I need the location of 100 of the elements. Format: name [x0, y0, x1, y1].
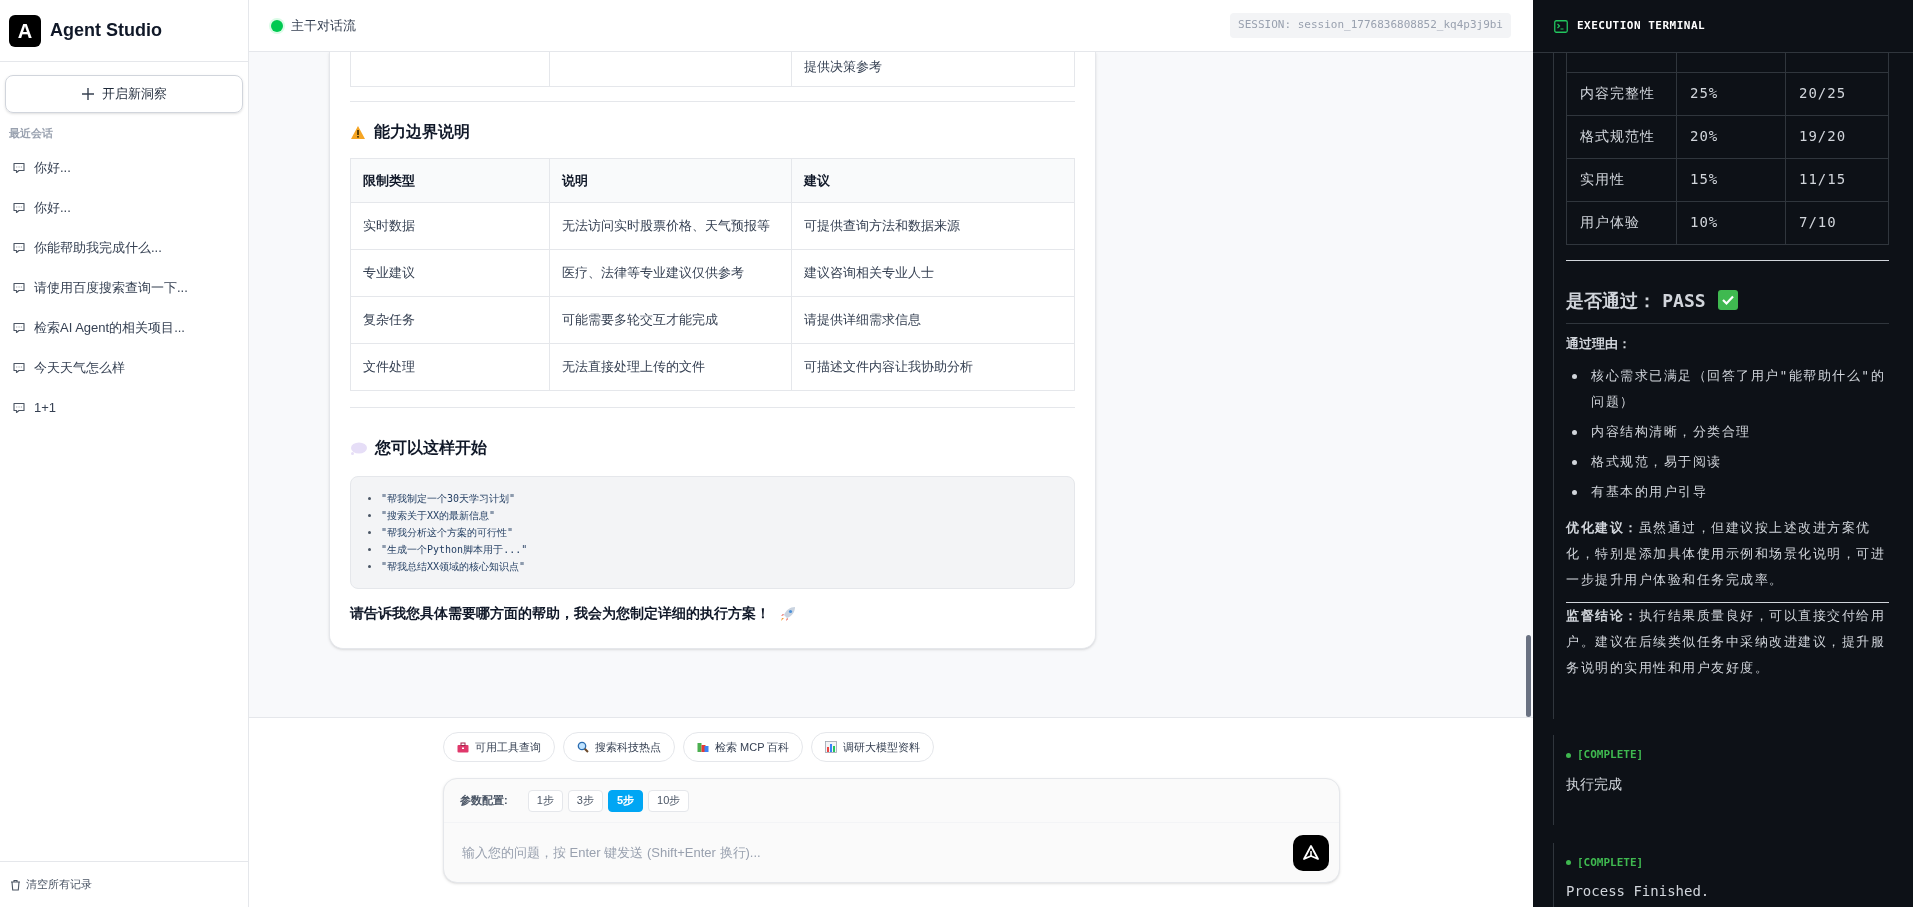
rocket-icon [780, 605, 796, 622]
table-cell: 20/25 [1785, 72, 1889, 115]
chat-icon [13, 281, 25, 294]
table-cell: 实用性 [1566, 158, 1677, 201]
reason-item: 有基本的用户引导 [1591, 483, 1707, 501]
table-cell: 可能需要多轮交互才能完成 [549, 296, 792, 344]
table-cell: 建议咨询相关专业人士 [791, 249, 1075, 297]
books-icon [697, 741, 709, 753]
reasons-heading: 通过理由： [1566, 334, 1632, 353]
table-cell: 可提供查询方法和数据来源 [791, 202, 1075, 250]
warning-icon [350, 124, 366, 140]
message-input[interactable]: 输入您的问题，按 Enter 键发送 (Shift+Enter 换行)... [462, 842, 1285, 863]
toolbox-icon [457, 741, 469, 753]
suggestion-chip[interactable]: 调研大模型资料 [811, 732, 935, 762]
bullet-icon [368, 514, 371, 517]
conversation-title: 主干对话流 [291, 16, 356, 35]
step-option[interactable]: 10步 [648, 789, 690, 812]
chat-icon [13, 361, 25, 374]
conversation-item[interactable]: 检索AI Agent的相关项目... [0, 307, 248, 348]
log-message: Process Finished. [1566, 882, 1711, 901]
table-cell: 25% [1676, 72, 1786, 115]
conclusion-text: 监督结论：执行结果质量良好，可以直接交付给用户。建议在后续类似任务中采纳改进建议，提升服务说明的实用性和用户友好度。 [1566, 607, 1886, 677]
chat-icon [13, 401, 25, 414]
chat-icon [13, 161, 25, 174]
log-message: 执行完成 [1566, 774, 1623, 794]
suggestion-chip[interactable]: 检索 MCP 百科 [683, 732, 804, 762]
table-cell: 实时数据 [350, 202, 550, 250]
table-cell: 文件处理 [350, 343, 550, 391]
table-cell: 无法访问实时股票价格、天气预报等 [549, 202, 792, 250]
chat-icon [13, 321, 25, 334]
table-cell: 19/20 [1785, 115, 1889, 158]
table-cell: 请提供详细需求信息 [791, 296, 1075, 344]
log-tag: [COMPLETE] [1577, 854, 1644, 871]
suggestion-text: 优化建议：虽然通过，但建议按上述改进方案优化，特别是添加具体使用示例和场景化说明，可进一步提升用户体验和任务完成率。 [1566, 519, 1886, 589]
table-cell: 医疗、法律等专业建议仅供参考 [549, 249, 792, 297]
table-cell: 11/15 [1785, 158, 1889, 201]
magnifier-icon [577, 741, 589, 753]
suggestion-chip[interactable]: 搜索科技热点 [563, 732, 675, 762]
bullet-icon [1572, 460, 1577, 465]
bullet-icon [1572, 374, 1577, 379]
thought-bubble-icon [350, 441, 367, 455]
bullet-icon [368, 565, 371, 568]
example-prompt: "帮我分析这个方案的可行性" [381, 526, 514, 540]
conversation-item[interactable]: 请使用百度搜索查询一下... [0, 267, 248, 308]
example-prompt: "搜索关于XX的最新信息" [381, 509, 496, 523]
app-name: Agent Studio [50, 19, 162, 42]
column-header: 说明 [549, 158, 792, 203]
reason-item: 格式规范，易于阅读 [1591, 453, 1722, 471]
bullet-icon [1572, 490, 1577, 495]
table-cell: 专业建议 [350, 249, 550, 297]
section-label: 最近会话 [9, 126, 54, 141]
example-prompt: "帮我制定一个30天学习计划" [381, 492, 516, 506]
conversation-item[interactable]: 今天天气怎么样 [0, 347, 248, 388]
terminal-icon [1554, 19, 1568, 33]
conversation-item[interactable]: 你好... [0, 187, 248, 228]
bullet-icon [368, 548, 371, 551]
bullet-icon [368, 497, 371, 500]
terminal-title: EXECUTION TERMINAL [1577, 17, 1706, 34]
table-cell: 无法直接处理上传的文件 [549, 343, 792, 391]
suggestion-chip[interactable]: 可用工具查询 [443, 732, 555, 762]
column-header: 限制类型 [350, 158, 550, 203]
send-icon [1302, 843, 1320, 862]
clear-history-button[interactable]: 清空所有记录 [10, 876, 92, 893]
column-header: 建议 [791, 158, 1075, 203]
table-cell: 用户体验 [1566, 201, 1677, 244]
conversation-item[interactable]: 1+1 [0, 387, 248, 428]
closing-text: 请告诉我您具体需要哪方面的帮助，我会为您制定详细的执行方案！ [350, 604, 770, 623]
plus-icon [81, 88, 94, 100]
bullet-icon [1572, 430, 1577, 435]
bar-chart-icon [825, 741, 838, 753]
table-cell-text: 提供决策参考 [803, 57, 883, 76]
chat-icon [13, 201, 25, 214]
example-prompt: "生成一个Python脚本用于..." [381, 543, 528, 557]
table-cell: 可描述文件内容让我协助分析 [791, 343, 1075, 391]
check-icon [1717, 290, 1738, 310]
reason-item: 核心需求已满足（回答了用户"能帮助什么"的问题） [1591, 367, 1887, 411]
logo: A [9, 14, 41, 47]
table-cell: 内容完整性 [1566, 72, 1677, 115]
table-cell: 格式规范性 [1566, 115, 1677, 158]
log-tag: [COMPLETE] [1577, 747, 1644, 764]
section-heading: 能力边界说明 [374, 122, 470, 142]
new-insight-button[interactable]: 开启新洞察 [5, 75, 243, 113]
chat-icon [13, 241, 25, 254]
table-cell: 7/10 [1785, 201, 1889, 244]
session-id: SESSION: session_1776836808852_kq4p3j9bi [1230, 13, 1511, 38]
conversation-item[interactable]: 你好... [0, 147, 248, 188]
example-prompt: "帮我总结XX领域的核心知识点" [381, 560, 526, 574]
params-label: 参数配置: [460, 793, 508, 809]
bullet-icon [368, 531, 371, 534]
verdict-heading: 是否通过： PASS [1566, 288, 1706, 313]
send-button[interactable] [1293, 834, 1329, 871]
table-cell: 20% [1676, 115, 1786, 158]
table-cell: 复杂任务 [350, 296, 550, 344]
step-option[interactable]: 3步 [567, 789, 603, 812]
conversation-item[interactable]: 你能帮助我完成什么... [0, 227, 248, 268]
trash-icon [10, 878, 21, 891]
step-option[interactable]: 1步 [527, 789, 563, 812]
table-cell: 15% [1676, 158, 1786, 201]
table-cell: 10% [1676, 201, 1786, 244]
section-heading: 您可以这样开始 [375, 438, 487, 458]
